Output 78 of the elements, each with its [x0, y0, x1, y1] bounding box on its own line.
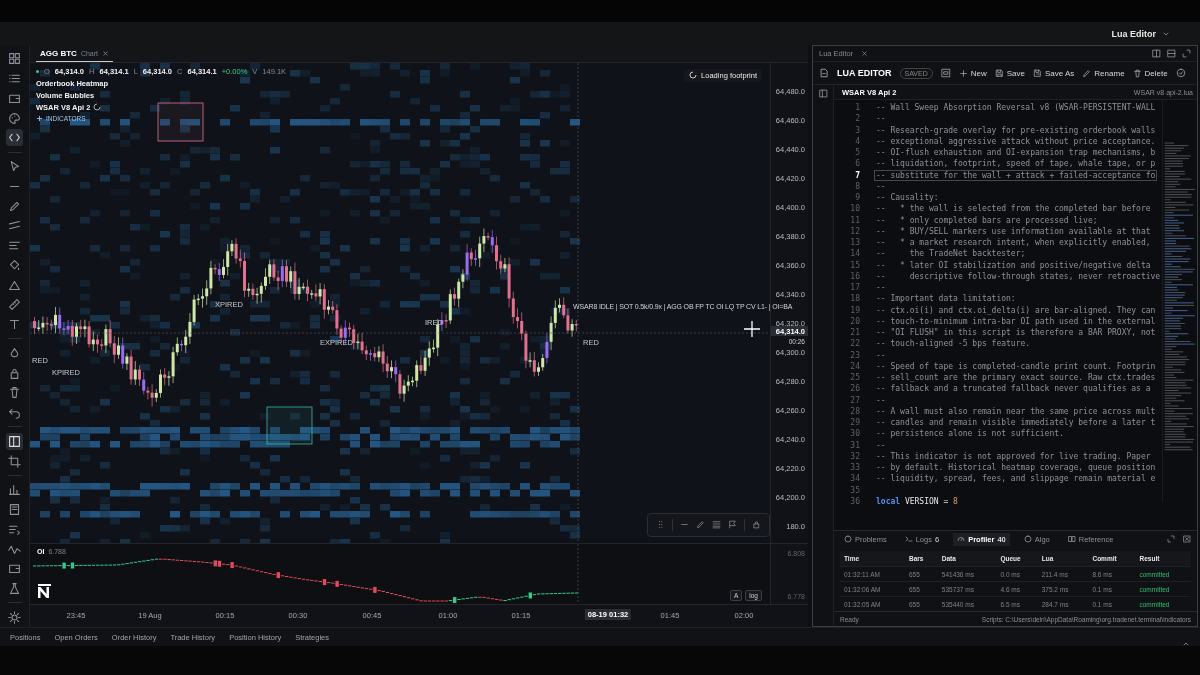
line-number: 18 — [849, 294, 861, 304]
line-number: 4 — [854, 136, 861, 146]
code-comment: -- * the wall is selected from the completed bar before — [875, 203, 1152, 215]
code-comment: -- OI-flush exhaustion and OI-expansion trap mechanisms, b — [875, 147, 1157, 159]
code-comment: -- * later OI stabilization and positive/negative delta — [875, 259, 1152, 271]
code-comment: -- — [875, 439, 887, 451]
line-number: 33 — [849, 463, 861, 473]
code-comment: -- Wall Sweep Absorption Reversal v8 (WSAR-PERSISTENT-WALL — [875, 102, 1157, 114]
line-number: 7 — [854, 170, 861, 180]
code-comment: -- exceptional aggressive attack without price acceptance. — [875, 135, 1157, 147]
line-number: 26 — [849, 384, 861, 394]
line-number: 9 — [854, 193, 861, 203]
line-number: 36 — [849, 496, 861, 506]
code-comment: -- ctx.oi(i) and ctx.oi_delta(i) are bar-aligned. They can — [875, 304, 1157, 316]
code-comment: -- Important data limitation: — [875, 293, 1017, 305]
code-comment: -- candles and remain visible immediately before a later t — [875, 417, 1157, 429]
line-number: 25 — [849, 373, 861, 383]
code-comment: -- A wall must also remain near the same price across mult — [875, 405, 1157, 417]
line-number: 1 — [854, 103, 861, 113]
code-comment: -- touch-to-minimum intra-bar OI path used in the external — [875, 315, 1157, 327]
code-comment: -- — [875, 180, 887, 192]
line-number: 28 — [849, 406, 861, 416]
line-number: 8 — [854, 181, 861, 191]
line-number: 19 — [849, 305, 861, 315]
code-comment: -- — [875, 282, 887, 294]
code-comment: -- Speed of tape is completed-candle print count. Footprin — [875, 360, 1157, 372]
code-comment: -- the TradeNet backtester; — [875, 248, 1027, 260]
code-comment: -- Research-grade overlay for pre-existing orderbook walls — [875, 124, 1157, 136]
line-number: 13 — [849, 238, 861, 248]
code-comment: -- touch-aligned -5 bps feature. — [875, 338, 1032, 350]
line-number: 12 — [849, 226, 861, 236]
code-comment: -- persistence alone is not sufficient. — [875, 428, 1065, 440]
line-number: 14 — [849, 249, 861, 259]
line-number: 15 — [849, 260, 861, 270]
line-number: 27 — [849, 395, 861, 405]
toolbar-button[interactable]: Rename — [1082, 68, 1125, 78]
line-number: 30 — [849, 429, 861, 439]
line-number: 21 — [849, 328, 861, 338]
code-comment: -- * a market research intent, when explicitly enabled, — [875, 237, 1152, 249]
window-title: Lua Editor — [1111, 28, 1156, 39]
code-comment: -- descriptive follow-through states, never retroactive — [875, 270, 1162, 282]
line-number: 22 — [849, 339, 861, 349]
line-number: 34 — [849, 474, 861, 484]
code-comment: -- Causality: — [875, 192, 940, 204]
code-comment: -- * only completed bars are processed live; — [875, 214, 1099, 226]
toolbar-button[interactable]: Delete — [1132, 68, 1168, 78]
editor-title: LUA EDITOR — [837, 68, 892, 78]
line-number: 32 — [849, 451, 861, 461]
toolbar-button[interactable]: Save — [994, 68, 1025, 78]
line-number: 29 — [849, 418, 861, 428]
line-number: 11 — [849, 215, 861, 225]
code-comment: -- sell_count are the primary exact source. Raw ctx.trades — [875, 372, 1157, 384]
code-comment: -- * BUY/SELL markers use information available at that — [875, 225, 1152, 237]
code-comment: -- — [875, 394, 887, 406]
line-number: 31 — [849, 440, 861, 450]
toolbar-button[interactable]: Save As — [1033, 68, 1075, 78]
line-number: 23 — [849, 350, 861, 360]
code-comment: -- This indicator is not approved for live trading. Paper — [875, 450, 1152, 462]
code-comment: -- fallback and a truncated fallback never qualifies as a — [875, 383, 1152, 395]
line-number: 6 — [854, 159, 861, 169]
code-line: local VERSION = 8 — [875, 495, 959, 507]
code-comment: -- substitute for the wall + attack + failed-acceptance fo — [874, 169, 1158, 181]
code-comment: -- "OI FLUSH" in this script is therefore a BAR PROXY, not — [875, 327, 1157, 339]
line-number: 3 — [854, 125, 861, 135]
code-comment: -- liquidity, spread, fees, and slippage remain material e — [875, 473, 1157, 485]
line-number: 16 — [849, 271, 861, 281]
code-comment: -- by default. Historical heatmap coverage, queue position — [875, 462, 1157, 474]
code-comment: -- — [875, 113, 887, 125]
line-number: 24 — [849, 361, 861, 371]
line-number: 17 — [849, 283, 861, 293]
code-comment: -- liquidation, footprint, speed of tape, whale tape, or p — [875, 158, 1157, 170]
line-number: 2 — [854, 114, 861, 124]
toolbar-button[interactable]: New — [958, 68, 987, 78]
line-number: 20 — [849, 316, 861, 326]
line-number: 10 — [849, 204, 861, 214]
line-number: 5 — [854, 148, 861, 158]
code-comment: -- — [875, 349, 887, 361]
line-number: 35 — [849, 485, 861, 495]
